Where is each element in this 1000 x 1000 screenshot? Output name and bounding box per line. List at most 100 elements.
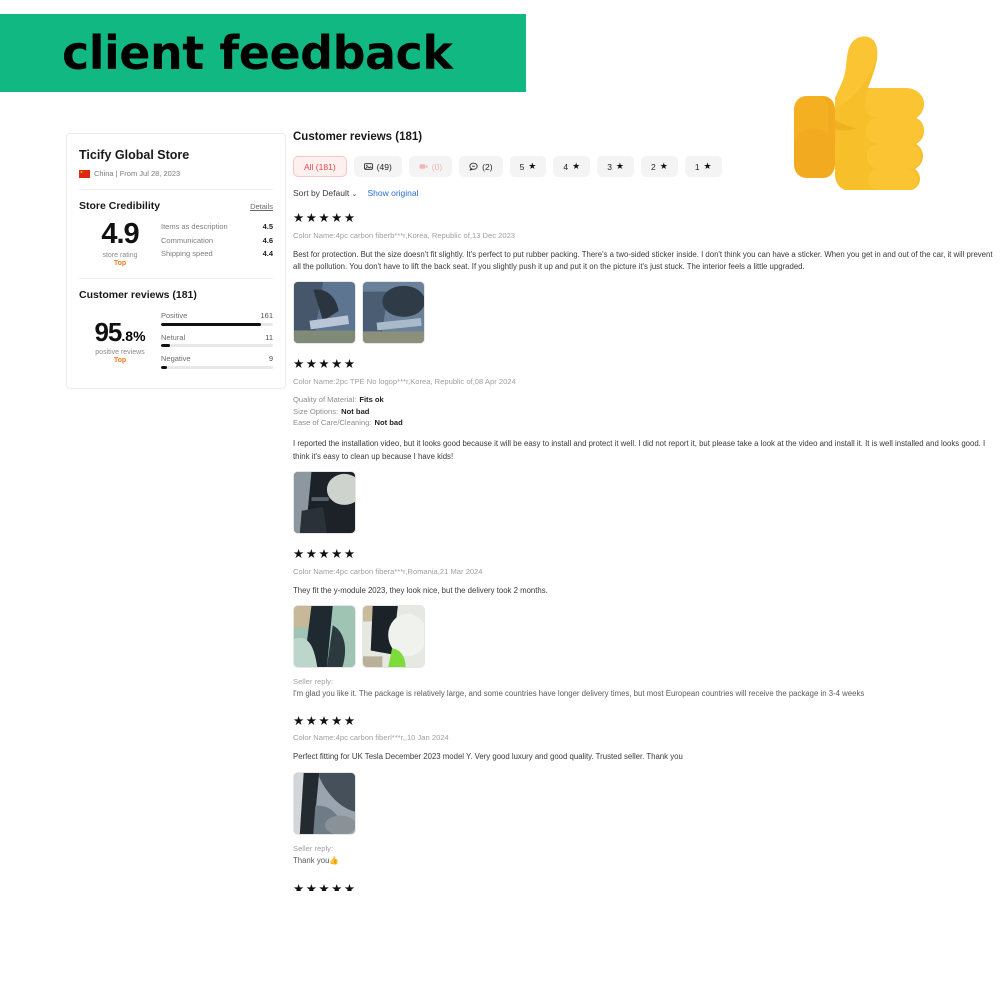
review-thumbnail[interactable] (293, 281, 356, 345)
review-attributes: Quality of Material: Fits ok Size Options… (293, 394, 996, 429)
metric-row: Items as description 4.5 (161, 222, 273, 231)
review-thumbnail[interactable] (293, 771, 356, 835)
metric-label: Communication (161, 235, 214, 245)
filter-4-star-label: 4 (563, 161, 569, 172)
bar-label: Netural (161, 332, 186, 342)
store-rating-value: 4.9 (101, 218, 139, 250)
bar-track (161, 322, 273, 326)
image-icon (363, 162, 373, 171)
review-thumbnails (293, 771, 996, 835)
filter-2-star-label: 2 (651, 161, 656, 172)
positive-percent-block: 95.8% positive reviews Top (79, 309, 161, 376)
filter-photos[interactable]: (49) (353, 156, 402, 177)
store-credibility-header: Store Credibility Details (79, 200, 273, 212)
filter-videos-label: (0) (431, 161, 443, 172)
seller-reply: Seller reply: I'm glad you like it. The … (293, 677, 996, 700)
store-name: Ticify Global Store (79, 148, 190, 162)
metric-value: 4.5 (262, 222, 273, 231)
review-item-partial: ★★★★★ (293, 883, 996, 891)
filter-comments[interactable]: (2) (459, 156, 503, 177)
bar-label: Positive (161, 311, 188, 320)
sentiment-bar-netural: Netural 11 (161, 332, 273, 347)
attribute-value: Not bad (374, 418, 403, 428)
review-stars: ★★★★★ (293, 547, 357, 562)
review-stars: ★★★★★ (293, 357, 357, 372)
sort-by-label: Sort by Default (293, 188, 350, 198)
metric-row: Communication 4.6 (161, 236, 273, 245)
star-icon: ★ (659, 161, 668, 171)
filter-all[interactable]: All (181) (293, 156, 347, 177)
attribute-label: Ease of Care/Cleaning: (293, 418, 372, 428)
positive-percent-main: 95 (94, 317, 122, 347)
chevron-down-icon: ⌄ (351, 191, 358, 198)
sentiment-bar-negative: Negative 9 (161, 354, 273, 369)
details-link[interactable]: Details (250, 202, 273, 211)
store-credibility-title: Store Credibility (79, 200, 161, 212)
card-divider-2 (79, 278, 273, 279)
filter-5-star[interactable]: 5 ★ (509, 156, 547, 177)
review-item: ★★★★★ Color Name:4pc carbon fiberl***r,,… (293, 715, 996, 867)
review-attribute: Size Options: Not bad (293, 406, 996, 418)
store-rating-block: 4.9 store rating Top (79, 218, 161, 268)
review-meta: Color Name:4pc carbon fiberl***r,,10 Jan… (293, 733, 449, 743)
filter-videos[interactable]: (0) (408, 156, 453, 177)
banner-title: client feedback (62, 26, 453, 80)
show-original-link[interactable]: Show original (367, 188, 418, 198)
star-icon: ★ (528, 161, 537, 171)
review-thumbnail[interactable] (362, 605, 425, 669)
metric-value: 4.6 (262, 235, 273, 245)
review-thumbnail[interactable] (293, 605, 356, 669)
metric-label: Shipping speed (161, 249, 213, 258)
filter-2-star[interactable]: 2 ★ (641, 156, 678, 177)
review-thumbnail[interactable] (293, 471, 356, 535)
store-info-card: Ticify Global Store China | From Jul 28,… (66, 133, 286, 389)
review-item: ★★★★★ Color Name:4pc carbon fibera***r,R… (293, 548, 996, 700)
seller-reply-label: Seller reply: (293, 677, 334, 687)
bar-count: 161 (260, 311, 273, 320)
positive-percent-row: 95.8% (79, 319, 161, 346)
filter-4-star[interactable]: 4 ★ (553, 156, 591, 177)
star-icon: ★ (703, 161, 712, 171)
sort-by-dropdown[interactable]: Sort by Default ⌄ (293, 188, 357, 198)
review-item: ★★★★★ Color Name:2pc TPE No logop***r,Ko… (293, 357, 996, 535)
filter-3-star[interactable]: 3 ★ (597, 156, 634, 177)
filter-comments-label: (2) (482, 161, 493, 172)
store-origin-text: China | From Jul 28, 2023 (94, 169, 181, 178)
sentiment-bar-positive: Positive 161 (161, 311, 273, 326)
positive-percent-sub: .8% (121, 328, 146, 344)
star-icon: ★ (572, 161, 581, 171)
filter-1-star[interactable]: 1 ★ (684, 156, 722, 177)
review-stars: ★★★★★ (293, 883, 357, 892)
review-stars: ★★★★★ (293, 713, 357, 728)
bar-track (161, 365, 273, 369)
reviews-panel: Customer reviews (181) All (181) (49) (0… (293, 131, 996, 891)
review-thumbnails (293, 471, 996, 535)
review-body: They fit the y-module 2023, they look ni… (293, 585, 548, 595)
filter-1-star-label: 1 (694, 161, 700, 172)
bar-count: 9 (268, 354, 273, 363)
attribute-label: Size Options: (293, 406, 339, 416)
video-icon (419, 162, 428, 171)
bar-fill (161, 322, 261, 326)
customer-reviews-summary-header: Customer reviews (181) (79, 289, 273, 301)
review-body: I reported the installation video, but i… (293, 439, 986, 461)
review-meta: Color Name:2pc TPE No logop***r,Korea, R… (293, 376, 516, 386)
bar-track (161, 344, 273, 347)
star-icon: ★ (615, 161, 624, 171)
filter-photos-label: (49) (376, 161, 392, 172)
review-body: Perfect fitting for UK Tesla December 20… (293, 752, 683, 762)
bar-label: Negative (161, 354, 191, 363)
store-rating-caption: store rating (102, 252, 138, 259)
store-metrics-list: Items as description 4.5 Communication 4… (161, 218, 273, 267)
attribute-label: Quality of Material: (293, 394, 357, 404)
review-meta: Color Name:4pc carbon fibera***r,Romania… (293, 566, 483, 576)
review-body: Best for protection. But the size doesn'… (293, 249, 993, 271)
bar-fill (161, 344, 170, 347)
review-thumbnail[interactable] (362, 281, 425, 345)
seller-reply-text: Thank you👍 (293, 855, 340, 865)
china-flag-icon (79, 169, 90, 178)
review-attribute: Ease of Care/Cleaning: Not bad (293, 417, 996, 429)
attribute-value: Fits ok (359, 394, 384, 404)
customer-reviews-summary-title: Customer reviews (181) (79, 289, 197, 301)
reviews-panel-heading: Customer reviews (181) (293, 131, 423, 143)
